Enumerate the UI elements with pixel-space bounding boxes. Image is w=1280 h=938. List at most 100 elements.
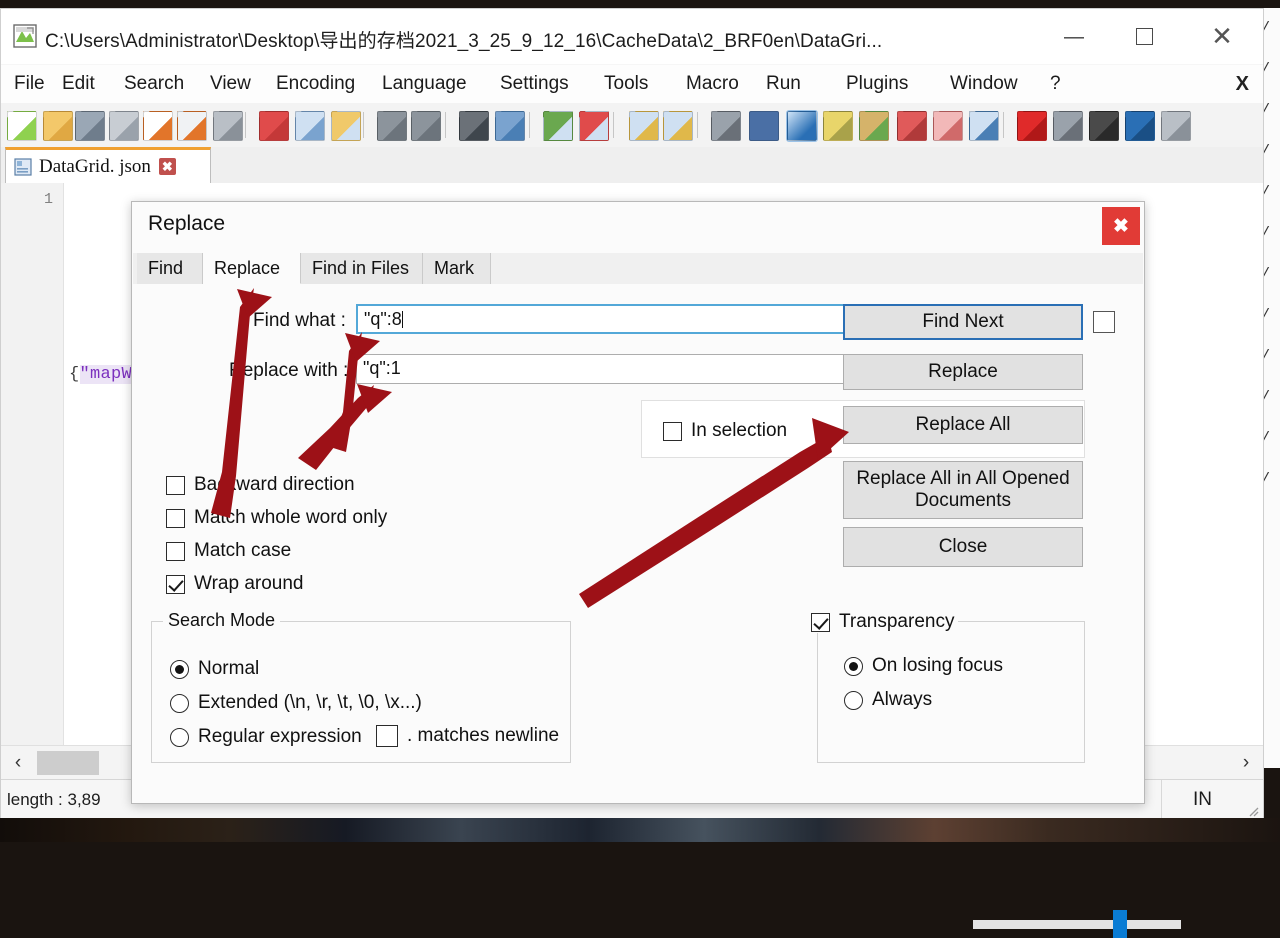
transparency-slider-thumb[interactable] (1113, 910, 1127, 938)
user-defined-language-icon[interactable] (823, 111, 853, 141)
dialog-tab-mark[interactable]: Mark (423, 253, 491, 284)
tab-datagrid-json[interactable]: DataGrid. json ✖ (5, 147, 211, 183)
radio-button[interactable] (170, 727, 189, 747)
minimize-button[interactable]: — (1043, 9, 1105, 64)
menu-item-macro[interactable]: Macro (679, 65, 746, 103)
line-number-gutter: 1 (1, 183, 64, 783)
replace-button[interactable]: Replace (843, 354, 1083, 390)
menu-item-plugins[interactable]: Plugins (839, 65, 915, 103)
zoom-out-icon[interactable] (579, 111, 609, 141)
document-switcher-icon[interactable] (969, 111, 999, 141)
search-mode-regex-label: Regular expression (198, 726, 362, 747)
match-whole-word-checkbox[interactable]: Match whole word only (166, 507, 387, 529)
menu-item-edit[interactable]: Edit (55, 65, 102, 103)
checkbox-box[interactable] (166, 508, 185, 528)
replace-icon[interactable] (495, 111, 525, 141)
title-bar[interactable]: C:\Users\Administrator\Desktop\导出的存档2021… (1, 9, 1263, 64)
menu-item-[interactable]: ? (1043, 65, 1068, 103)
menu-item-language[interactable]: Language (375, 65, 474, 103)
dialog-tab-replace[interactable]: Replace (203, 253, 301, 284)
transparency-on-losing-focus-radio[interactable]: On losing focus (844, 655, 1003, 677)
sync-vertical-scroll-icon[interactable] (629, 111, 659, 141)
new-file-icon[interactable] (7, 111, 37, 141)
checkbox-box[interactable] (811, 612, 830, 632)
close-file-icon[interactable] (143, 111, 173, 141)
paste-icon[interactable] (331, 111, 361, 141)
show-all-characters-icon[interactable] (749, 111, 779, 141)
close-window-button[interactable]: ✕ (1191, 9, 1253, 64)
radio-button[interactable] (170, 659, 189, 679)
indent-guide-icon[interactable] (786, 110, 818, 142)
checkbox-box[interactable] (663, 421, 682, 441)
dot-matches-newline-checkbox[interactable]: . matches newline (376, 725, 559, 747)
menu-item-run[interactable]: Run (759, 65, 808, 103)
menu-item-tools[interactable]: Tools (597, 65, 655, 103)
run-macro-multiple-icon[interactable] (1125, 111, 1155, 141)
save-macro-icon[interactable] (1161, 111, 1191, 141)
transparency-checkbox[interactable]: Transparency (807, 611, 959, 633)
save-icon[interactable] (75, 111, 105, 141)
search-mode-regex-radio[interactable]: Regular expression (170, 726, 362, 748)
window-title: C:\Users\Administrator\Desktop\导出的存档2021… (45, 31, 883, 52)
dialog-tab-find-in-files[interactable]: Find in Files (301, 253, 423, 284)
keep-dialog-open-checkbox[interactable] (1093, 311, 1115, 333)
toolbar-separator (245, 112, 246, 138)
resize-grip-icon[interactable] (1245, 803, 1259, 817)
menu-item-encoding[interactable]: Encoding (269, 65, 362, 103)
cut-icon[interactable] (259, 111, 289, 141)
backward-direction-label: Backward direction (194, 474, 355, 495)
menu-item-view[interactable]: View (203, 65, 258, 103)
search-mode-normal-radio[interactable]: Normal (170, 658, 259, 680)
menu-item-window[interactable]: Window (943, 65, 1025, 103)
match-case-checkbox[interactable]: Match case (166, 540, 291, 562)
dialog-close-button[interactable]: ✖ (1102, 207, 1140, 245)
close-all-files-icon[interactable] (177, 111, 207, 141)
scroll-left-icon[interactable]: ‹ (1, 746, 35, 780)
show-ui-icon[interactable] (859, 111, 889, 141)
zoom-in-icon[interactable] (543, 111, 573, 141)
in-selection-checkbox[interactable]: In selection (663, 420, 787, 442)
tab-close-icon[interactable]: ✖ (158, 158, 176, 175)
replace-dialog: Replace ✖ Find Replace Find in Files Mark F… (131, 201, 1181, 938)
record-macro-icon[interactable] (1017, 111, 1047, 141)
menu-item-settings[interactable]: Settings (493, 65, 576, 103)
document-map-icon[interactable] (897, 111, 927, 141)
replace-all-button[interactable]: Replace All (843, 406, 1083, 444)
radio-button[interactable] (844, 656, 863, 676)
find-next-button[interactable]: Find Next (843, 304, 1083, 340)
copy-icon[interactable] (295, 111, 325, 141)
save-all-icon[interactable] (109, 111, 139, 141)
radio-button[interactable] (844, 690, 863, 710)
close-dialog-button[interactable]: Close (843, 527, 1083, 567)
scrollbar-thumb[interactable] (37, 751, 99, 775)
function-list-icon[interactable] (933, 111, 963, 141)
replace-all-in-all-opened-documents-button[interactable]: Replace All in All Opened Documents (843, 461, 1083, 519)
find-icon[interactable] (459, 111, 489, 141)
close-document-icon[interactable]: X (1236, 65, 1249, 103)
search-mode-extended-radio[interactable]: Extended (\n, \r, \t, \0, \x...) (170, 692, 422, 714)
checkbox-box[interactable] (1093, 311, 1115, 333)
sync-horizontal-scroll-icon[interactable] (663, 111, 693, 141)
scroll-right-icon[interactable]: › (1229, 746, 1263, 780)
radio-button[interactable] (170, 693, 189, 713)
word-wrap-icon[interactable] (711, 111, 741, 141)
maximize-button[interactable] (1113, 9, 1175, 64)
dialog-tab-find[interactable]: Find (137, 253, 203, 284)
undo-icon[interactable] (377, 111, 407, 141)
menu-item-file[interactable]: File (7, 65, 52, 103)
wrap-around-checkbox[interactable]: Wrap around (166, 573, 304, 595)
redo-icon[interactable] (411, 111, 441, 141)
menu-item-search[interactable]: Search (117, 65, 191, 103)
checkbox-box[interactable] (166, 541, 185, 561)
checkbox-box[interactable] (166, 475, 185, 495)
transparency-slider-track[interactable] (973, 920, 1181, 929)
open-file-icon[interactable] (43, 111, 73, 141)
play-macro-icon[interactable] (1089, 111, 1119, 141)
checkbox-box[interactable] (376, 725, 398, 747)
print-icon[interactable] (213, 111, 243, 141)
backward-direction-checkbox[interactable]: Backward direction (166, 474, 355, 496)
transparency-always-radio[interactable]: Always (844, 689, 932, 711)
menu-bar: File Edit Search View Encoding Language Settin… (1, 65, 1263, 103)
stop-recording-icon[interactable] (1053, 111, 1083, 141)
checkbox-box[interactable] (166, 574, 185, 594)
